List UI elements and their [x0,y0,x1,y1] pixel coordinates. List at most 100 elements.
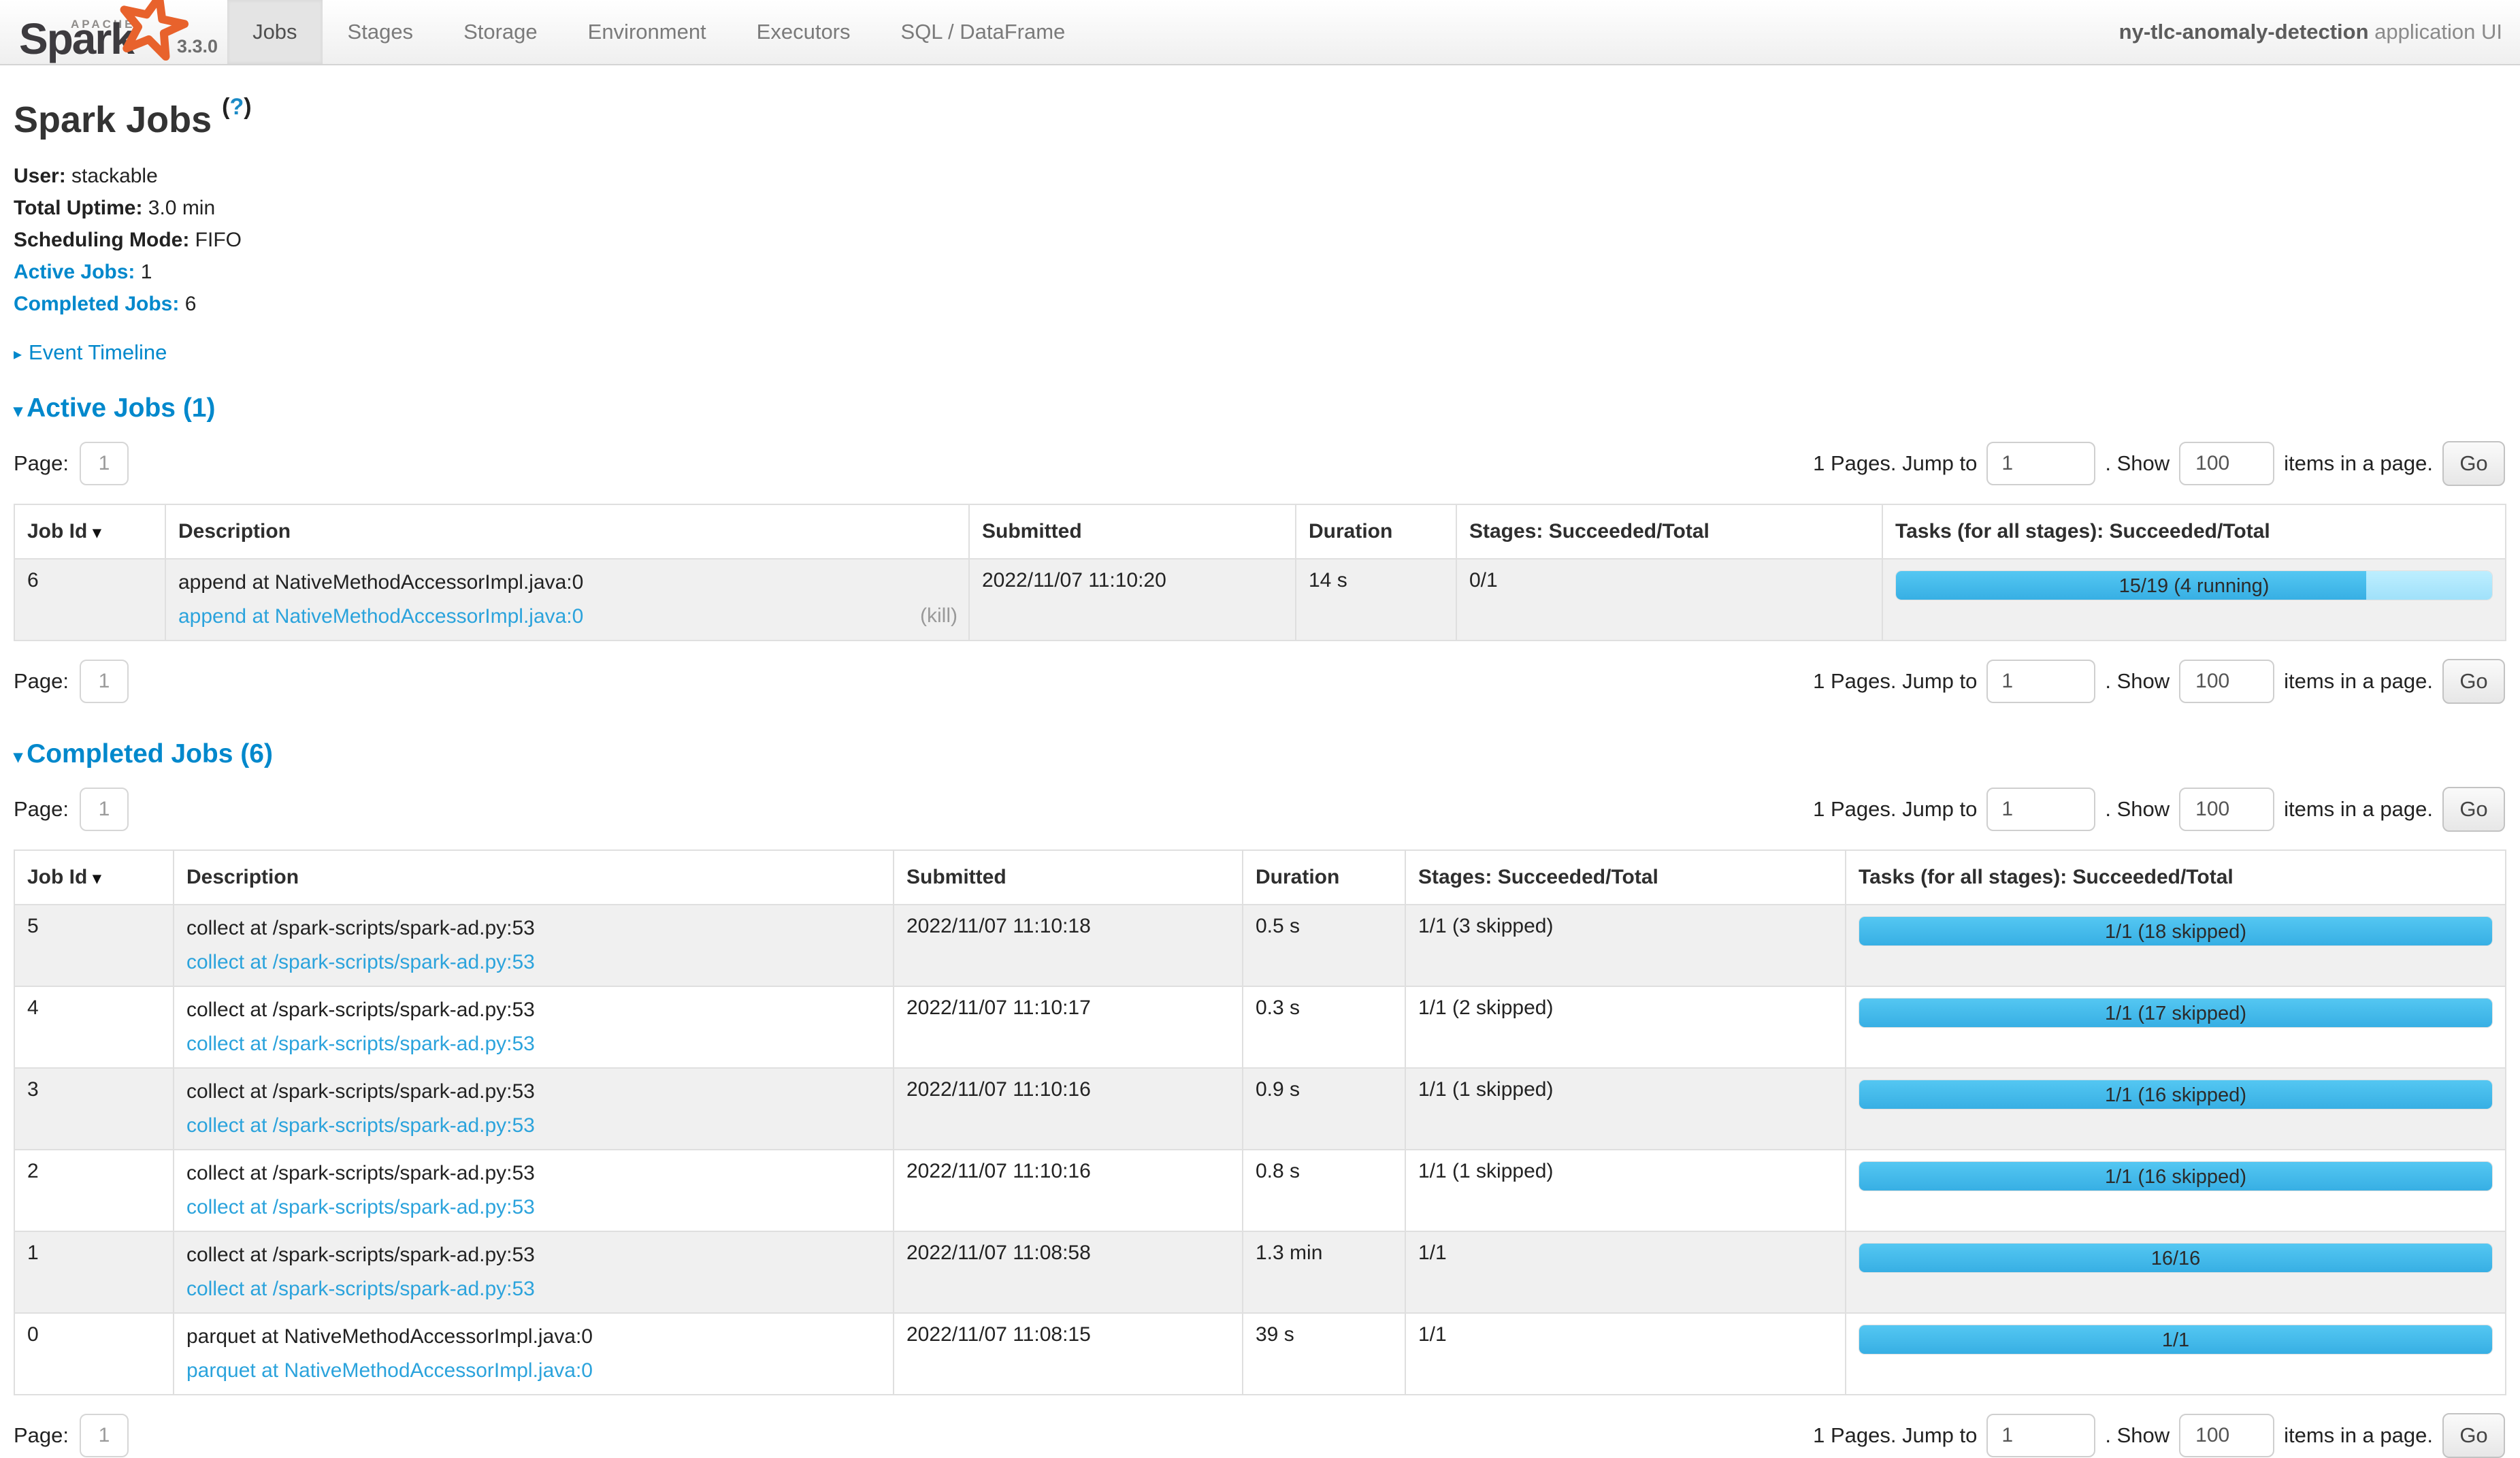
header-duration[interactable]: Duration [1296,504,1456,559]
items-in-page-text: items in a page. [2284,451,2433,476]
cell-tasks: 1/1 (17 skipped) [1846,986,2506,1068]
completed-job-row: 2 collect at /spark-scripts/spark-ad.py:… [14,1150,2506,1231]
page-number-input[interactable] [80,1414,129,1457]
items-per-page-input[interactable] [2179,442,2274,485]
completed-jobs-pagination-top: Page: 1 Pages. Jump to . Show items in a… [14,787,2506,832]
cell-job-id: 5 [14,905,174,986]
completed-jobs-section-toggle[interactable]: ▾Completed Jobs (6) [14,739,2506,769]
pages-count-text: 1 Pages. Jump to [1813,669,1977,694]
sort-desc-icon: ▾ [93,523,101,542]
items-in-page-text: items in a page. [2284,797,2433,822]
jump-to-page-input[interactable] [1986,788,2095,831]
tasks-progress-bar: 1/1 (18 skipped) [1859,916,2493,946]
completed-job-row: 3 collect at /spark-scripts/spark-ad.py:… [14,1068,2506,1150]
page-right: 1 Pages. Jump to . Show items in a page.… [1813,659,2506,704]
header-submitted[interactable]: Submitted [894,850,1243,905]
cell-job-id: 4 [14,986,174,1068]
cell-submitted: 2022/11/07 11:08:15 [894,1313,1243,1395]
header-job-id[interactable]: Job Id▾ [14,850,174,905]
go-button[interactable]: Go [2442,1413,2505,1458]
job-description-text: collect at /spark-scripts/spark-ad.py:53 [186,1242,881,1269]
cell-tasks: 1/1 (16 skipped) [1846,1068,2506,1150]
cell-tasks: 16/16 [1846,1231,2506,1313]
kill-job-link[interactable]: (kill) [920,604,958,628]
go-button[interactable]: Go [2442,659,2505,704]
items-in-page-text: items in a page. [2284,669,2433,694]
active-jobs-table: Job Id ▾ Description Submitted Duration S… [14,504,2506,641]
header-duration[interactable]: Duration [1243,850,1405,905]
tab-jobs[interactable]: Jobs [227,0,322,64]
cell-stages: 1/1 (1 skipped) [1405,1150,1846,1231]
job-description-link[interactable]: collect at /spark-scripts/spark-ad.py:53 [186,949,535,976]
cell-description: append at NativeMethodAccessorImpl.java:… [165,559,969,641]
job-description-link[interactable]: collect at /spark-scripts/spark-ad.py:53 [186,1112,535,1139]
event-timeline-toggle[interactable]: ▸Event Timeline [14,340,2506,365]
header-stages[interactable]: Stages: Succeeded/Total [1456,504,1882,559]
summary-completed-jobs-link[interactable]: Completed Jobs: [14,293,179,315]
spark-logo[interactable]: APACHE Spark 3.3.0 [0,0,227,64]
progress-label: 1/1 (17 skipped) [1859,999,2492,1028]
jump-to-page-input[interactable] [1986,660,2095,703]
page-right: 1 Pages. Jump to . Show items in a page.… [1813,1413,2506,1458]
cell-tasks: 1/1 (18 skipped) [1846,905,2506,986]
items-per-page-input[interactable] [2179,1414,2274,1457]
job-description-link[interactable]: collect at /spark-scripts/spark-ad.py:53 [186,1031,535,1058]
job-description-link[interactable]: collect at /spark-scripts/spark-ad.py:53 [186,1276,535,1303]
cell-duration: 0.9 s [1243,1068,1405,1150]
page-number-input[interactable] [80,442,129,485]
page-number-input[interactable] [80,660,129,703]
go-button[interactable]: Go [2442,441,2505,486]
pages-count-text: 1 Pages. Jump to [1813,451,1977,476]
active-jobs-heading: Active Jobs (1) [27,393,215,423]
header-description[interactable]: Description [174,850,894,905]
jump-to-page-input[interactable] [1986,442,2095,485]
items-in-page-text: items in a page. [2284,1423,2433,1448]
cell-duration: 14 s [1296,559,1456,641]
items-per-page-input[interactable] [2179,788,2274,831]
cell-stages: 1/1 (1 skipped) [1405,1068,1846,1150]
job-description-text: append at NativeMethodAccessorImpl.java:… [178,569,956,596]
cell-duration: 1.3 min [1243,1231,1405,1313]
header-job-id[interactable]: Job Id ▾ [14,504,165,559]
application-name-bold: ny-tlc-anomaly-detection [2119,20,2369,44]
tab-stages[interactable]: Stages [323,0,439,64]
page-left: Page: [14,660,129,703]
application-name: ny-tlc-anomaly-detection application UI [2119,0,2520,64]
show-text: . Show [2105,1423,2170,1448]
summary-scheduling-label: Scheduling Mode: [14,229,189,251]
page-label: Page: [14,669,69,694]
page-number-input[interactable] [80,788,129,831]
tab-executors[interactable]: Executors [732,0,876,64]
cell-job-id: 2 [14,1150,174,1231]
completed-jobs-header-row: Job Id▾ Description Submitted Duration S… [14,850,2506,905]
job-description-link[interactable]: collect at /spark-scripts/spark-ad.py:53 [186,1194,535,1221]
active-jobs-section-toggle[interactable]: ▾Active Jobs (1) [14,393,2506,423]
help-question-icon[interactable]: ? [229,94,244,120]
header-job-id-label: Job Id [27,520,87,542]
job-description-text: collect at /spark-scripts/spark-ad.py:53 [186,1160,881,1187]
tab-environment[interactable]: Environment [563,0,732,64]
job-description-link[interactable]: parquet at NativeMethodAccessorImpl.java… [186,1357,593,1384]
cell-stages: 1/1 [1405,1231,1846,1313]
items-per-page-input[interactable] [2179,660,2274,703]
event-timeline-label: Event Timeline [29,340,167,364]
help-tooltip-link[interactable]: (?) [222,94,251,120]
show-text: . Show [2105,797,2170,822]
help-paren-close: ) [244,94,251,120]
header-tasks[interactable]: Tasks (for all stages): Succeeded/Total [1846,850,2506,905]
cell-job-id: 1 [14,1231,174,1313]
go-button[interactable]: Go [2442,787,2505,832]
page-title-text: Spark Jobs [14,99,212,140]
summary-active-jobs-link[interactable]: Active Jobs: [14,261,135,283]
header-description[interactable]: Description [165,504,969,559]
tab-sql-dataframe[interactable]: SQL / DataFrame [876,0,1091,64]
tab-storage[interactable]: Storage [438,0,563,64]
tasks-progress-bar: 16/16 [1859,1243,2493,1273]
completed-job-row: 0 parquet at NativeMethodAccessorImpl.ja… [14,1313,2506,1395]
header-tasks[interactable]: Tasks (for all stages): Succeeded/Total [1882,504,2506,559]
jump-to-page-input[interactable] [1986,1414,2095,1457]
header-stages[interactable]: Stages: Succeeded/Total [1405,850,1846,905]
header-submitted[interactable]: Submitted [969,504,1296,559]
cell-stages: 1/1 [1405,1313,1846,1395]
job-description-link[interactable]: append at NativeMethodAccessorImpl.java:… [178,603,583,630]
